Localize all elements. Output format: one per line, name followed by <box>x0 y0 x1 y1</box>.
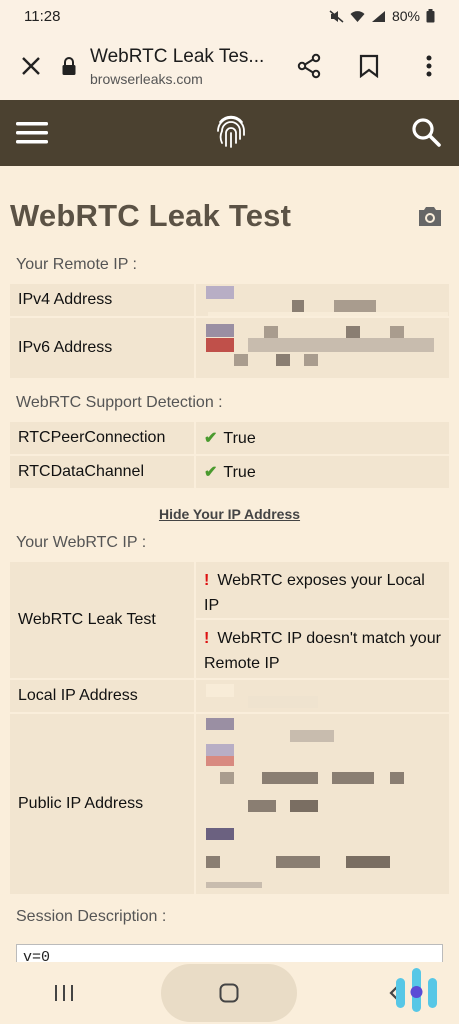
table-row: IPv6 Address <box>10 318 449 378</box>
url-bar[interactable]: WebRTC Leak Tes... browserleaks.com <box>90 46 279 87</box>
local-ip-value <box>196 680 449 712</box>
recent-apps-button[interactable] <box>34 984 94 1002</box>
table-row: RTCPeerConnection ✔ True <box>10 422 449 454</box>
share-icon <box>297 53 321 79</box>
ipv4-value <box>196 284 449 316</box>
check-icon: ✔ <box>204 464 218 481</box>
system-nav-bar <box>0 962 459 1024</box>
public-ip-redacted <box>204 714 441 894</box>
wifi-icon <box>350 10 365 22</box>
site-menu-button[interactable] <box>16 118 50 148</box>
warning-icon: ! <box>204 572 210 589</box>
share-button[interactable] <box>279 32 339 100</box>
leak-test-key: WebRTC Leak Test <box>10 562 196 678</box>
status-bar: 11:28 80% <box>0 0 459 32</box>
bookmark-button[interactable] <box>339 32 399 100</box>
mute-icon <box>329 9 344 23</box>
table-row: Public IP Address <box>10 714 449 894</box>
rtcdata-key: RTCDataChannel <box>10 456 196 488</box>
bookmark-icon <box>359 54 379 78</box>
session-description-box[interactable]: v=0 <box>16 944 443 962</box>
table-row: IPv4 Address <box>10 284 449 316</box>
webrtc-ip-table: WebRTC Leak Test ! WebRTC exposes your Lo… <box>10 560 449 896</box>
webrtc-ip-label: Your WebRTC IP : <box>16 534 147 551</box>
site-logo[interactable] <box>215 113 247 154</box>
session-label: Session Description : <box>16 908 167 925</box>
app-logo-icon <box>396 968 437 1012</box>
rtcpeer-key: RTCPeerConnection <box>10 422 196 454</box>
rtcdata-value: ✔ True <box>196 456 449 488</box>
page-tab-title: WebRTC Leak Tes... <box>90 45 265 67</box>
more-vert-icon <box>426 55 432 77</box>
camera-icon[interactable] <box>417 205 443 227</box>
public-ip-key: Public IP Address <box>10 714 196 894</box>
leak-warning-local: ! WebRTC exposes your Local IP <box>196 562 449 620</box>
close-icon <box>22 57 40 75</box>
ipv6-key: IPv6 Address <box>10 318 196 378</box>
ipv6-value <box>196 318 449 378</box>
signal-icon <box>371 10 385 22</box>
leak-test-value: ! WebRTC exposes your Local IP ! WebRTC IP… <box>196 562 449 678</box>
leak-warning-mismatch: ! WebRTC IP doesn't match your Remote IP <box>204 630 441 672</box>
table-row: WebRTC Leak Test ! WebRTC exposes your Lo… <box>10 562 449 678</box>
table-row: RTCDataChannel ✔ True <box>10 456 449 488</box>
battery-icon <box>426 9 435 23</box>
table-row: Local IP Address <box>10 680 449 712</box>
fingerprint-icon <box>216 115 245 148</box>
browser-toolbar: WebRTC Leak Tes... browserleaks.com <box>0 32 459 100</box>
site-header <box>0 100 459 166</box>
local-ip-redacted <box>204 680 441 712</box>
more-menu-button[interactable] <box>399 32 459 100</box>
check-icon: ✔ <box>204 430 218 447</box>
battery-percent: 80% <box>391 8 420 24</box>
ipv6-redacted <box>204 318 441 378</box>
site-search-button[interactable] <box>411 117 443 149</box>
hide-ip-link[interactable]: Hide Your IP Address <box>10 506 449 522</box>
remote-ip-label: Your Remote IP : <box>16 256 137 273</box>
page-content: WebRTC Leak Test Your Remote IP : IPv4 A… <box>0 166 459 962</box>
lock-icon <box>62 57 76 75</box>
overlay-logo <box>392 964 442 1020</box>
support-table: RTCPeerConnection ✔ True RTCDataChannel ✔… <box>10 420 449 490</box>
home-button[interactable] <box>161 964 298 1022</box>
support-label: WebRTC Support Detection : <box>16 394 223 411</box>
page-title: WebRTC Leak Test <box>10 198 292 233</box>
status-time: 11:28 <box>24 7 61 25</box>
home-icon <box>219 983 239 1003</box>
sdp-first-line: v=0 <box>23 949 51 962</box>
close-tab-button[interactable] <box>0 32 62 100</box>
page-url: browserleaks.com <box>90 70 203 87</box>
ipv4-redacted <box>204 284 448 316</box>
warning-icon: ! <box>204 630 210 647</box>
hamburger-icon <box>16 122 48 144</box>
search-icon <box>412 118 441 147</box>
ipv4-key: IPv4 Address <box>10 284 196 316</box>
local-ip-key: Local IP Address <box>10 680 196 712</box>
remote-ip-table: IPv4 Address IPv6 Address <box>10 282 449 380</box>
public-ip-value <box>196 714 449 894</box>
recent-apps-icon <box>54 985 73 1001</box>
rtcpeer-value: ✔ True <box>196 422 449 454</box>
